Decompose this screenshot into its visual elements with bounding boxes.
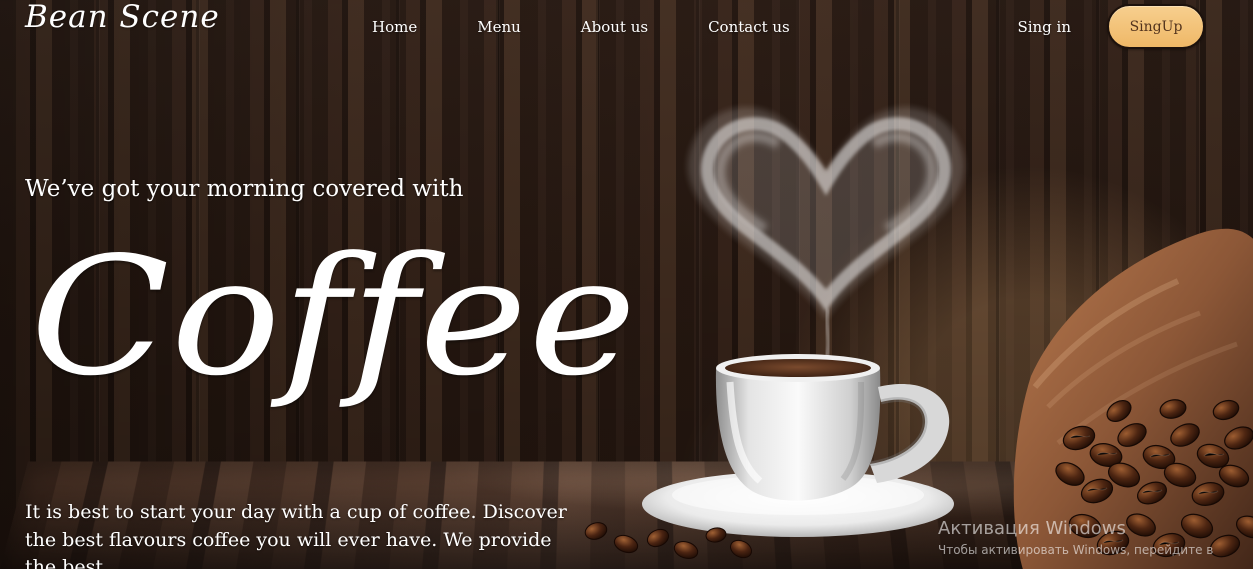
hero-section: Bean Scene Home Menu About us Contact us… xyxy=(0,0,1253,569)
hero-copy: We’ve got your morning covered with Coff… xyxy=(25,176,636,569)
hero-description: It is best to start your day with a cup … xyxy=(25,501,567,569)
brand-logo[interactable]: Bean Scene xyxy=(25,2,220,33)
sign-up-button[interactable]: SingUp xyxy=(1107,4,1205,49)
table-beans-icon xyxy=(584,522,752,559)
auth-actions: Sing in SingUp xyxy=(1017,4,1205,49)
nav-about-link[interactable]: About us xyxy=(581,18,648,36)
nav-home-link[interactable]: Home xyxy=(372,18,417,36)
hero-headline: Coffee xyxy=(30,223,638,413)
nav-menu-link[interactable]: Menu xyxy=(477,18,521,36)
top-navigation: Bean Scene Home Menu About us Contact us… xyxy=(0,0,1253,56)
nav-contact-link[interactable]: Contact us xyxy=(708,18,790,36)
heart-steam-icon xyxy=(687,107,965,360)
main-menu: Home Menu About us Contact us xyxy=(372,18,790,36)
sign-in-link[interactable]: Sing in xyxy=(1017,18,1071,36)
hero-tagline: We’ve got your morning covered with xyxy=(25,176,464,202)
